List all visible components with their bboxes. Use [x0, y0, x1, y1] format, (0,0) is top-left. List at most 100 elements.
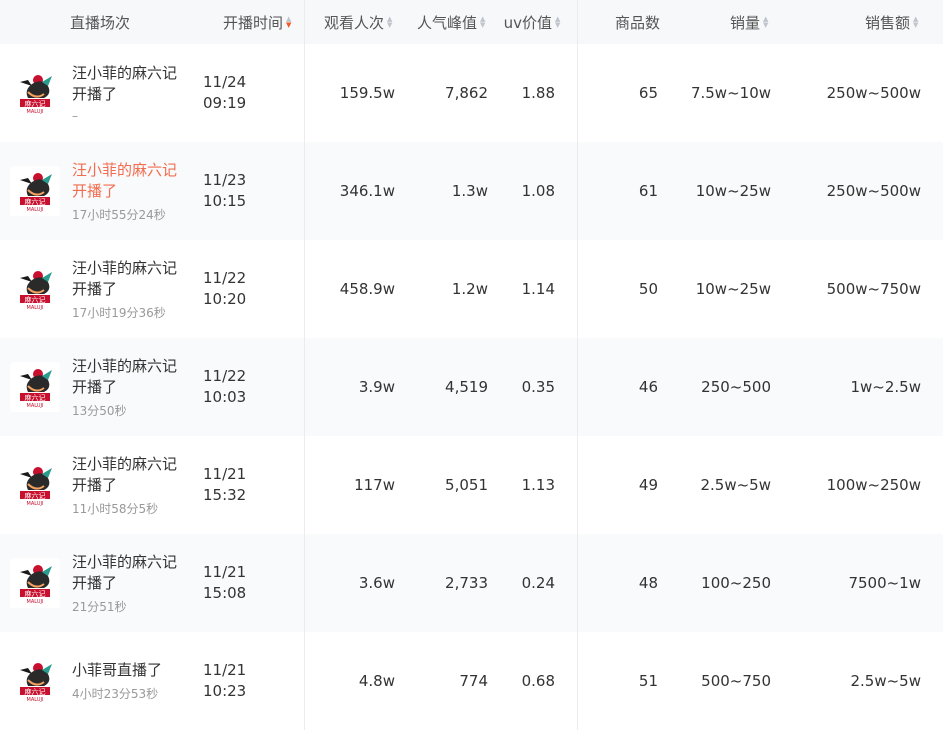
sales-cell: 10w~25w	[662, 240, 787, 338]
live-session-cell[interactable]: 麻六记 MALUJI 汪小菲的麻六记开播了 13分50秒	[0, 338, 195, 436]
amount-cell: 250w~500w	[787, 44, 935, 142]
uv-value: 0.68	[521, 672, 555, 690]
header-goods: 商品数	[578, 0, 662, 44]
views-cell: 117w	[305, 436, 395, 534]
peak-cell: 7,862	[395, 44, 488, 142]
live-session-info: 汪小菲的麻六记开播了 13分50秒	[72, 356, 187, 419]
views-cell: 458.9w	[305, 240, 395, 338]
table-row[interactable]: 麻六记 MALUJI 汪小菲的麻六记开播了 17小时19分36秒 11/22 10…	[0, 240, 943, 338]
sales-cell: 10w~25w	[662, 142, 787, 240]
peak-cell: 1.2w	[395, 240, 488, 338]
header-uv-label: uv价值	[503, 13, 552, 32]
peak-cell: 774	[395, 632, 488, 730]
svg-text:MALUJI: MALUJI	[27, 109, 44, 115]
live-title[interactable]: 汪小菲的麻六记开播了	[72, 552, 187, 594]
sales-value: 7.5w~10w	[690, 84, 771, 102]
header-amount-label: 销售额	[864, 13, 910, 32]
svg-text:MALUJI: MALUJI	[27, 501, 44, 507]
live-title[interactable]: 汪小菲的麻六记开播了	[72, 356, 187, 398]
amount-value: 100w~250w	[826, 476, 921, 494]
sales-value: 100~250	[701, 574, 771, 592]
header-sales[interactable]: 销量 ▲ ▼	[662, 0, 787, 44]
sales-value: 10w~25w	[695, 280, 771, 298]
sort-icon[interactable]: ▲ ▼	[763, 16, 771, 29]
maluji-logo-icon: 麻六记 MALUJI	[10, 68, 60, 118]
live-duration: 4小时23分53秒	[72, 687, 159, 701]
header-sales-label: 销量	[729, 13, 760, 32]
uv-cell: 0.68	[488, 632, 578, 730]
live-title[interactable]: 汪小菲的麻六记开播了	[72, 454, 187, 496]
live-session-cell[interactable]: 麻六记 MALUJI 汪小菲的麻六记开播了 17小时19分36秒	[0, 240, 195, 338]
uv-value: 1.14	[521, 280, 555, 298]
sales-value: 2.5w~5w	[700, 476, 771, 494]
amount-cell: 250w~500w	[787, 142, 935, 240]
amount-cell: 2.5w~5w	[787, 632, 935, 730]
amount-value: 1w~2.5w	[850, 378, 921, 396]
header-live-label: 直播场次	[70, 13, 131, 32]
live-session-cell[interactable]: 麻六记 MALUJI 汪小菲的麻六记开播了 –	[0, 44, 195, 142]
start-clock: 15:32	[203, 486, 247, 504]
live-session-cell[interactable]: 麻六记 MALUJI 汪小菲的麻六记开播了 11小时58分5秒	[0, 436, 195, 534]
live-session-info: 汪小菲的麻六记开播了 17小时19分36秒	[72, 258, 187, 321]
header-views[interactable]: 观看人次 ▲ ▼	[305, 0, 395, 44]
svg-text:MALUJI: MALUJI	[27, 599, 44, 605]
sort-icon[interactable]: ▲ ▼	[480, 16, 488, 29]
views-value: 117w	[354, 476, 395, 494]
table-row[interactable]: 麻六记 MALUJI 汪小菲的麻六记开播了 17小时55分24秒 11/23 10…	[0, 142, 943, 240]
peak-cell: 5,051	[395, 436, 488, 534]
header-time-label: 开播时间	[222, 13, 283, 32]
live-title[interactable]: 汪小菲的麻六记开播了	[72, 258, 187, 300]
header-amount[interactable]: 销售额 ▲ ▼	[787, 0, 935, 44]
sort-icon[interactable]: ▲ ▼	[913, 16, 921, 29]
amount-value: 2.5w~5w	[850, 672, 921, 690]
svg-text:麻六记: 麻六记	[25, 99, 46, 108]
svg-text:麻六记: 麻六记	[25, 687, 46, 696]
svg-text:MALUJI: MALUJI	[27, 207, 44, 213]
svg-text:麻六记: 麻六记	[25, 295, 46, 304]
maluji-logo-icon: 麻六记 MALUJI	[10, 362, 60, 412]
svg-text:麻六记: 麻六记	[25, 197, 46, 206]
start-time-cell: 11/23 10:15	[195, 142, 305, 240]
table-row[interactable]: 麻六记 MALUJI 汪小菲的麻六记开播了 – 11/24 09:19 159.5…	[0, 44, 943, 142]
uv-value: 0.35	[521, 378, 555, 396]
table-row[interactable]: 麻六记 MALUJI 汪小菲的麻六记开播了 13分50秒 11/22 10:03 …	[0, 338, 943, 436]
sort-icon[interactable]: ▲ ▼	[555, 16, 563, 29]
start-date: 11/21	[203, 661, 247, 679]
svg-text:麻六记: 麻六记	[25, 491, 46, 500]
maluji-logo-icon: 麻六记 MALUJI	[10, 166, 60, 216]
header-start-time[interactable]: 开播时间 ▲ ▼	[195, 0, 305, 44]
live-session-cell[interactable]: 麻六记 MALUJI 小菲哥直播了 4小时23分53秒	[0, 632, 195, 730]
peak-value: 4,519	[445, 378, 488, 396]
svg-text:麻六记: 麻六记	[25, 393, 46, 402]
header-peak-label: 人气峰值	[416, 13, 477, 32]
header-uv[interactable]: uv价值 ▲ ▼	[488, 0, 578, 44]
start-clock: 10:23	[203, 682, 247, 700]
header-peak[interactable]: 人气峰值 ▲ ▼	[395, 0, 488, 44]
table-row[interactable]: 麻六记 MALUJI 汪小菲的麻六记开播了 21分51秒 11/21 15:08 …	[0, 534, 943, 632]
goods-cell: 51	[578, 632, 662, 730]
views-value: 3.6w	[358, 574, 395, 592]
views-value: 346.1w	[339, 182, 395, 200]
sort-desc-active-icon[interactable]: ▲ ▼	[286, 16, 294, 29]
sort-icon[interactable]: ▲ ▼	[387, 16, 395, 29]
amount-cell: 1w~2.5w	[787, 338, 935, 436]
live-title[interactable]: 小菲哥直播了	[72, 660, 187, 681]
live-session-cell[interactable]: 麻六记 MALUJI 汪小菲的麻六记开播了 21分51秒	[0, 534, 195, 632]
live-title[interactable]: 汪小菲的麻六记开播了	[72, 160, 187, 202]
start-time-cell: 11/24 09:19	[195, 44, 305, 142]
goods-value: 49	[638, 476, 658, 494]
uv-cell: 1.08	[488, 142, 578, 240]
table-row[interactable]: 麻六记 MALUJI 小菲哥直播了 4小时23分53秒 11/21 10:23 4…	[0, 632, 943, 730]
goods-cell: 61	[578, 142, 662, 240]
start-clock: 10:15	[203, 192, 247, 210]
goods-cell: 65	[578, 44, 662, 142]
live-session-cell[interactable]: 麻六记 MALUJI 汪小菲的麻六记开播了 17小时55分24秒	[0, 142, 195, 240]
start-clock: 09:19	[203, 94, 247, 112]
svg-text:MALUJI: MALUJI	[27, 403, 44, 409]
table-row[interactable]: 麻六记 MALUJI 汪小菲的麻六记开播了 11小时58分5秒 11/21 15:…	[0, 436, 943, 534]
start-date: 11/22	[203, 269, 247, 287]
uv-value: 1.08	[521, 182, 555, 200]
peak-cell: 1.3w	[395, 142, 488, 240]
live-title[interactable]: 汪小菲的麻六记开播了	[72, 63, 187, 105]
amount-value: 7500~1w	[848, 574, 921, 592]
